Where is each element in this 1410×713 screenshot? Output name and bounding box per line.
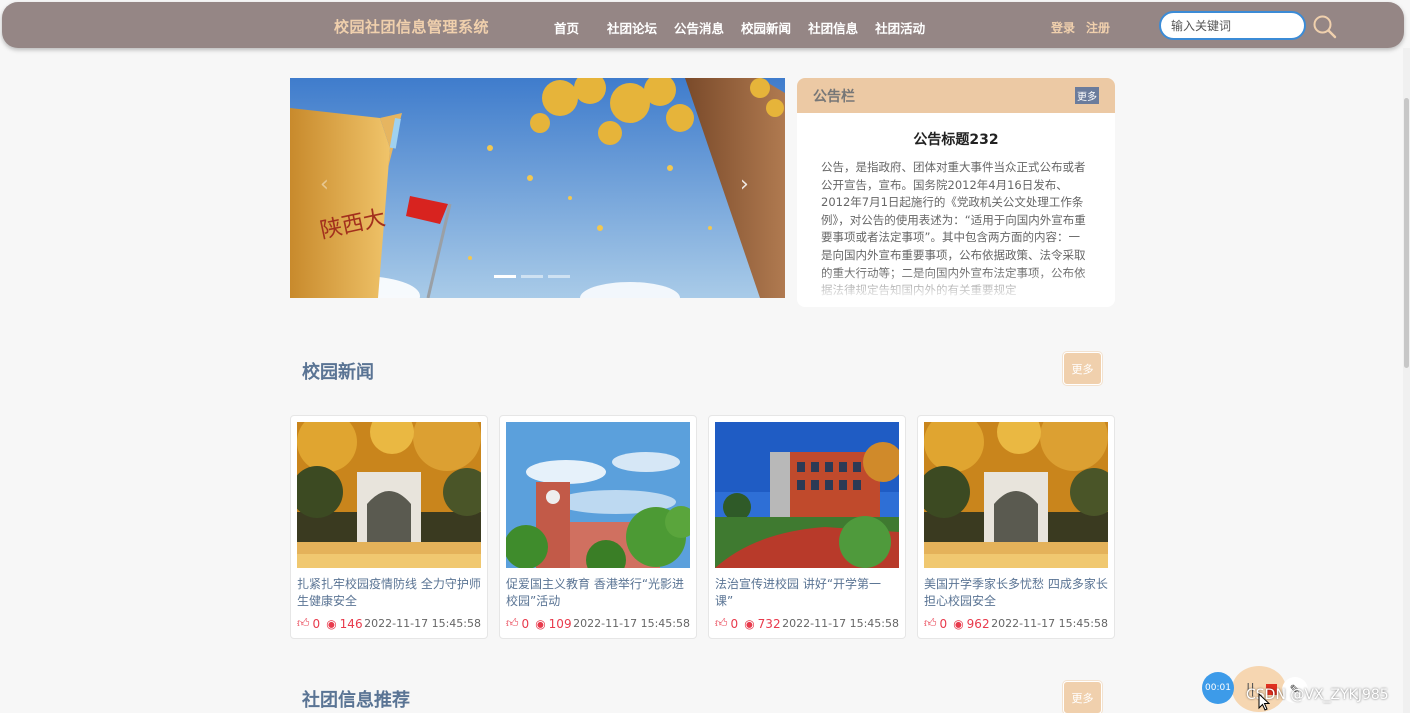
view-value: 146 [339,616,363,631]
clubs-section-title: 社团信息推荐 [302,690,410,711]
news-card-meta: 👍︎ 0 ◉ 109 2022-11-17 15:45:58 [506,616,690,631]
news-card-title[interactable]: 促爱国主义教育 香港举行“光影进校园”活动 [506,576,690,610]
news-card-meta: 👍︎ 0 ◉ 146 2022-11-17 15:45:58 [297,616,481,631]
news-image-ginkgo-gate [924,422,1108,568]
nav-club-activities[interactable]: 社团活动 [875,18,925,37]
carousel-dot[interactable] [548,275,570,278]
thumbs-up-icon: 👍︎ [924,616,937,630]
nav-announcements[interactable]: 公告消息 [674,18,724,37]
news-card-date: 2022-11-17 15:45:58 [364,617,481,630]
news-card-meta: 👍︎ 0 ◉ 732 2022-11-17 15:45:58 [715,616,899,631]
clubs-more-button[interactable]: 更多 [1063,681,1102,713]
site-brand[interactable]: 校园社团信息管理系统 [334,16,489,37]
main-nav: 首页 社团论坛 公告消息 校园新闻 社团信息 社团活动 [554,18,942,37]
notice-header-title: 公告栏 [813,88,855,105]
news-card-title[interactable]: 美国开学季家长多忧愁 四成多家长担心校园安全 [924,576,1108,610]
eye-icon: ◉ [953,616,964,631]
banner-image: 陕西大 [290,78,785,298]
carousel-indicators [494,275,570,278]
notice-header: 公告栏 更多 [797,78,1115,113]
carousel-prev-icon[interactable]: ‹ [320,174,329,196]
news-card-date: 2022-11-17 15:45:58 [782,617,899,630]
news-card[interactable]: 扎紧扎牢校园疫情防线 全力守护师生健康安全 👍︎ 0 ◉ 146 2022-11-1… [290,415,488,639]
news-section-title: 校园新闻 [302,362,374,383]
eye-icon: ◉ [535,616,546,631]
view-count: ◉ 732 [744,617,780,631]
like-count[interactable]: 👍︎ 0 [924,616,947,631]
news-card-date: 2022-11-17 15:45:58 [573,617,690,630]
news-card-title[interactable]: 法治宣传进校园 讲好“开学第一课” [715,576,899,610]
carousel-next-icon[interactable]: › [740,174,749,196]
news-card-meta: 👍︎ 0 ◉ 962 2022-11-17 15:45:58 [924,616,1108,631]
like-count[interactable]: 👍︎ 0 [715,616,738,631]
like-value: 0 [521,616,530,631]
banner-carousel[interactable]: 陕西大 ‹ › [290,78,785,298]
news-more-button[interactable]: 更多 [1063,352,1102,385]
like-count[interactable]: 👍︎ 0 [506,616,529,631]
notice-more-button[interactable]: 更多 [1075,87,1099,104]
news-image-campus-building [715,422,899,568]
carousel-dot[interactable] [494,275,516,278]
eye-icon: ◉ [326,616,337,631]
auth-links: 登录 注册 [1051,19,1110,36]
view-count: ◉ 146 [326,617,362,631]
eye-icon: ◉ [744,616,755,631]
news-card-date: 2022-11-17 15:45:58 [991,617,1108,630]
top-navbar: 校园社团信息管理系统 首页 社团论坛 公告消息 校园新闻 社团信息 社团活动 登… [2,2,1404,48]
like-value: 0 [730,616,739,631]
news-card[interactable]: 法治宣传进校园 讲好“开学第一课” 👍︎ 0 ◉ 732 2022-11-17 15… [708,415,906,639]
register-link[interactable]: 注册 [1086,19,1110,36]
login-link[interactable]: 登录 [1051,19,1075,36]
search-icon[interactable] [1312,14,1338,40]
news-image-ginkgo-gate [297,422,481,568]
news-card-list: 扎紧扎牢校园疫情防线 全力守护师生健康安全 👍︎ 0 ◉ 146 2022-11-1… [290,415,1115,639]
view-count: ◉ 109 [535,617,571,631]
search-input[interactable] [1159,11,1306,40]
view-count: ◉ 962 [953,617,989,631]
scrollbar-thumb[interactable] [1404,98,1409,368]
view-value: 109 [548,616,572,631]
like-count[interactable]: 👍︎ 0 [297,616,320,631]
recorder-timer: 00:01 [1202,672,1234,704]
like-value: 0 [312,616,321,631]
page-scrollbar[interactable] [1403,48,1410,713]
view-value: 732 [757,616,781,631]
thumbs-up-icon: 👍︎ [297,616,310,630]
nav-home[interactable]: 首页 [554,18,579,37]
thumbs-up-icon: 👍︎ [715,616,728,630]
notice-board: 公告栏 更多 公告标题232 公告，是指政府、团体对重大事件当众正式公布或者公开… [797,78,1115,307]
like-value: 0 [939,616,948,631]
nav-forum[interactable]: 社团论坛 [607,18,657,37]
view-value: 962 [966,616,990,631]
notice-body: 公告，是指政府、团体对重大事件当众正式公布或者公开宣告，宣布。国务院2012年4… [821,160,1086,298]
notice-title[interactable]: 公告标题232 [797,129,1115,149]
thumbs-up-icon: 👍︎ [506,616,519,630]
news-card-title[interactable]: 扎紧扎牢校园疫情防线 全力守护师生健康安全 [297,576,481,610]
news-image-clock-tower [506,422,690,568]
news-card[interactable]: 促爱国主义教育 香港举行“光影进校园”活动 👍︎ 0 ◉ 109 2022-11-1… [499,415,697,639]
mouse-cursor-icon [1258,693,1270,711]
nav-campus-news[interactable]: 校园新闻 [741,18,791,37]
news-card[interactable]: 美国开学季家长多忧愁 四成多家长担心校园安全 👍︎ 0 ◉ 962 2022-11-… [917,415,1115,639]
carousel-dot[interactable] [521,275,543,278]
nav-club-info[interactable]: 社团信息 [808,18,858,37]
